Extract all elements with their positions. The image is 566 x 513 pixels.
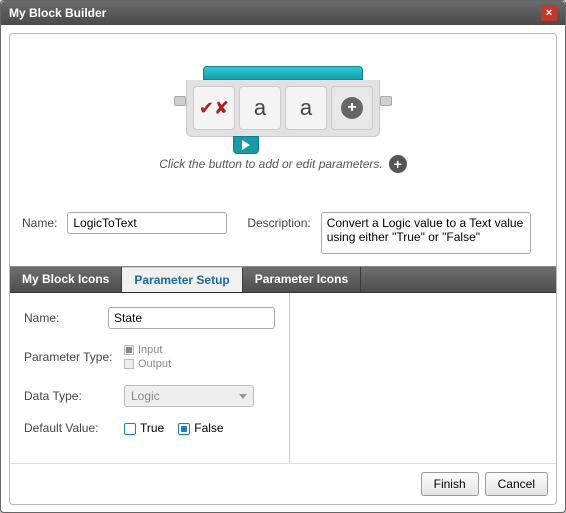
block-header — [203, 66, 363, 80]
default-false-option[interactable]: False — [178, 421, 223, 435]
play-icon — [242, 140, 250, 150]
cancel-button[interactable]: Cancel — [485, 472, 548, 496]
fields-row: Name: Description: — [10, 204, 556, 266]
block-description-input[interactable] — [321, 212, 531, 254]
param-name-label: Name: — [24, 311, 108, 325]
data-type-select[interactable]: Logic — [124, 385, 254, 407]
hint-row: Click the button to add or edit paramete… — [159, 155, 406, 173]
block-body: ✔✘ a a + — [186, 80, 380, 137]
finish-button[interactable]: Finish — [421, 472, 479, 496]
check-x-icon[interactable]: ✔✘ — [193, 86, 235, 130]
true-label: True — [140, 421, 164, 435]
param-slot-a2[interactable]: a — [285, 86, 327, 130]
block-stack: ✔✘ a a + — [186, 66, 380, 137]
parameter-setup-panel: Name: Parameter Type: Input Output Data … — [10, 293, 556, 463]
close-icon[interactable]: × — [541, 5, 557, 21]
content: ✔✘ a a + Click the button to add or edit… — [1, 25, 565, 513]
block-name-input[interactable] — [67, 212, 227, 234]
param-slot-a1[interactable]: a — [239, 86, 281, 130]
hint-text: Click the button to add or edit paramete… — [159, 157, 382, 171]
add-param-slot[interactable]: + — [331, 86, 373, 130]
add-param-button[interactable]: + — [389, 155, 407, 173]
chevron-down-icon — [239, 394, 247, 399]
param-right-empty — [290, 293, 556, 463]
param-type-output-label: Output — [138, 357, 171, 371]
name-label: Name: — [22, 212, 57, 230]
param-type-input-label: Input — [138, 343, 162, 357]
tab-parameter-setup[interactable]: Parameter Setup — [122, 267, 242, 292]
window-title: My Block Builder — [9, 6, 106, 20]
default-value-label: Default Value: — [24, 421, 124, 435]
connector-left-icon — [174, 96, 186, 106]
description-label: Description: — [247, 212, 310, 230]
param-type-group: Input Output — [124, 343, 171, 371]
data-type-value: Logic — [131, 389, 160, 403]
default-value-group: True False — [124, 421, 224, 435]
my-block-builder-window: My Block Builder × ✔✘ a a + — [0, 0, 566, 513]
false-label: False — [194, 421, 223, 435]
input-checkbox-icon — [124, 345, 134, 355]
block-preview: ✔✘ a a + Click the button to add or edit… — [10, 34, 556, 204]
plus-icon: + — [341, 97, 363, 119]
button-row: Finish Cancel — [10, 463, 556, 504]
connector-right-icon — [380, 96, 392, 106]
tab-strip: My Block Icons Parameter Setup Parameter… — [10, 266, 556, 293]
param-type-label: Parameter Type: — [24, 350, 124, 364]
default-true-option[interactable]: True — [124, 421, 164, 435]
param-name-input[interactable] — [108, 307, 275, 329]
param-form: Name: Parameter Type: Input Output Data … — [10, 293, 290, 463]
output-checkbox-icon — [124, 359, 134, 369]
tab-my-block-icons[interactable]: My Block Icons — [10, 267, 122, 292]
titlebar: My Block Builder × — [1, 1, 565, 25]
tab-parameter-icons[interactable]: Parameter Icons — [243, 267, 361, 292]
data-type-label: Data Type: — [24, 389, 124, 403]
inner-panel: ✔✘ a a + Click the button to add or edit… — [9, 33, 557, 505]
block-group: ✔✘ a a + — [174, 66, 392, 137]
true-checkbox-icon — [124, 423, 136, 435]
play-tab-icon[interactable] — [233, 136, 259, 154]
false-checkbox-icon — [178, 423, 190, 435]
